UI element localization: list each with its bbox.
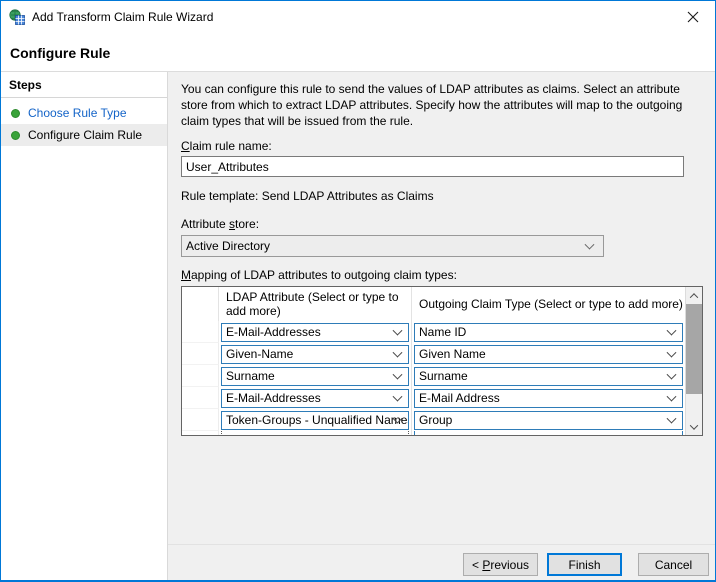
ldap-attribute-column-header: LDAP Attribute (Select or type to add mo… (219, 287, 412, 321)
chevron-down-icon (393, 392, 403, 402)
steps-title: Steps (1, 72, 167, 97)
claim-rule-name-label: Claim rule name: (181, 139, 715, 153)
chevron-down-icon (690, 421, 698, 429)
steps-separator (1, 97, 167, 98)
ldap-attribute-select-4[interactable]: E-Mail-Addresses (221, 389, 409, 408)
chevron-down-icon (585, 240, 595, 250)
sidebar-item-configure-claim-rule[interactable]: Configure Claim Rule (1, 124, 167, 146)
heading-band: Configure Rule (1, 32, 715, 71)
outgoing-claim-select-1[interactable]: Name ID (414, 323, 683, 342)
rule-description: You can configure this rule to send the … (181, 81, 701, 129)
ldap-attribute-select-new[interactable] (221, 431, 409, 435)
outgoing-claim-select-2[interactable]: Given Name (414, 345, 683, 364)
row-selector[interactable] (182, 387, 219, 409)
chevron-up-icon (690, 293, 698, 301)
finish-button[interactable]: Finish (547, 553, 622, 576)
table-row-partial (182, 431, 685, 435)
step-complete-icon (11, 131, 20, 140)
row-selector[interactable] (182, 365, 219, 387)
row-selector[interactable] (182, 343, 219, 365)
chevron-down-icon (393, 348, 403, 358)
scroll-up-button[interactable] (686, 287, 702, 304)
table-row: Given-Name Given Name (182, 343, 685, 365)
table-row: Surname Surname (182, 365, 685, 387)
mapping-label: Mapping of LDAP attributes to outgoing c… (181, 268, 715, 282)
wizard-body: Steps Choose Rule Type Configure Claim R… (1, 71, 715, 580)
chevron-down-icon (667, 414, 677, 424)
previous-button[interactable]: < Previous (463, 553, 538, 576)
ldap-attribute-select-5[interactable]: Token-Groups - Unqualified Names (221, 411, 409, 430)
outgoing-claim-select-new[interactable] (414, 431, 683, 435)
close-button[interactable] (670, 1, 715, 32)
chevron-down-icon (393, 370, 403, 380)
mapping-table: LDAP Attribute (Select or type to add mo… (181, 286, 703, 436)
outgoing-claim-select-5[interactable]: Group (414, 411, 683, 430)
close-icon (687, 11, 699, 23)
ldap-attribute-select-1[interactable]: E-Mail-Addresses (221, 323, 409, 342)
ldap-attribute-select-2[interactable]: Given-Name (221, 345, 409, 364)
attribute-store-select[interactable]: Active Directory (181, 235, 604, 257)
row-selector[interactable] (182, 409, 219, 431)
step-complete-icon (11, 109, 20, 118)
chevron-down-icon (667, 370, 677, 380)
chevron-down-icon (667, 392, 677, 402)
chevron-down-icon (667, 326, 677, 336)
table-scrollbar (685, 287, 702, 435)
window-title: Add Transform Claim Rule Wizard (32, 10, 213, 24)
outgoing-claim-column-header: Outgoing Claim Type (Select or type to a… (412, 287, 685, 321)
step-label: Configure Claim Rule (28, 128, 142, 142)
row-selector[interactable] (182, 321, 219, 343)
outgoing-claim-select-3[interactable]: Surname (414, 367, 683, 386)
steps-sidebar: Steps Choose Rule Type Configure Claim R… (1, 72, 168, 580)
outgoing-claim-select-4[interactable]: E-Mail Address (414, 389, 683, 408)
page-title: Configure Rule (10, 45, 715, 61)
wizard-window: Add Transform Claim Rule Wizard Configur… (0, 0, 716, 582)
chevron-down-icon (667, 348, 677, 358)
row-selector-header (182, 287, 219, 321)
rule-template-text: Rule template: Send LDAP Attributes as C… (181, 189, 715, 203)
scrollbar-thumb[interactable] (686, 304, 702, 394)
attribute-store-label: Attribute store: (181, 217, 715, 231)
step-label: Choose Rule Type (28, 106, 127, 120)
mapping-table-grid: LDAP Attribute (Select or type to add mo… (182, 287, 685, 435)
ldap-attribute-select-3[interactable]: Surname (221, 367, 409, 386)
claim-rule-name-input[interactable] (181, 156, 684, 177)
cancel-button[interactable]: Cancel (638, 553, 709, 576)
chevron-down-icon (393, 326, 403, 336)
titlebar: Add Transform Claim Rule Wizard (1, 1, 715, 32)
table-row: E-Mail-Addresses Name ID (182, 321, 685, 343)
wizard-content: You can configure this rule to send the … (168, 72, 715, 580)
attribute-store-value: Active Directory (186, 239, 270, 253)
table-row: Token-Groups - Unqualified Names Group (182, 409, 685, 431)
table-row: E-Mail-Addresses E-Mail Address (182, 387, 685, 409)
sidebar-item-choose-rule-type[interactable]: Choose Rule Type (1, 102, 167, 124)
mapping-table-header: LDAP Attribute (Select or type to add mo… (182, 287, 685, 321)
adfs-wizard-icon (9, 9, 25, 25)
footer-separator (168, 544, 715, 545)
row-selector[interactable] (182, 431, 219, 435)
scroll-down-button[interactable] (686, 418, 702, 435)
scrollbar-track[interactable] (686, 304, 702, 418)
